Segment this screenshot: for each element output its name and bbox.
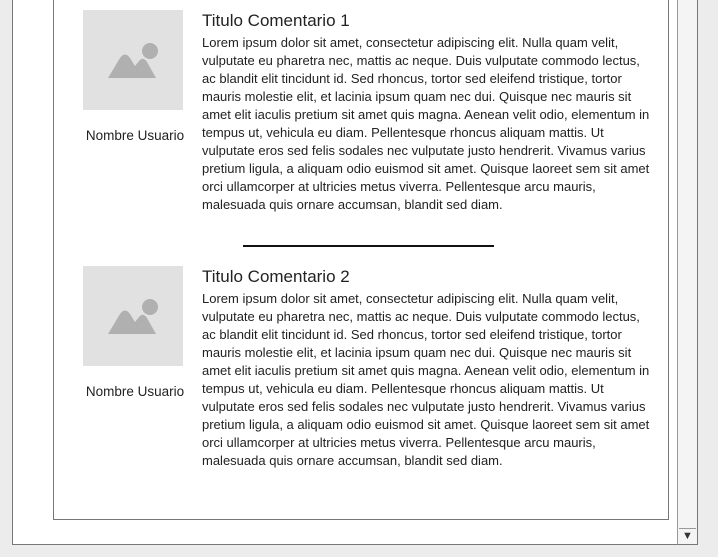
avatar xyxy=(83,10,183,110)
avatar xyxy=(83,266,183,366)
comment-title: Titulo Comentario 1 xyxy=(202,11,350,30)
comments-viewport: Nombre Usuario Titulo Comentario 1 Lorem… xyxy=(12,0,678,545)
comment-content: Titulo Comentario 2 Lorem ipsum dolor si… xyxy=(202,266,652,470)
comment-content: Titulo Comentario 1 Lorem ipsum dolor si… xyxy=(202,10,652,214)
comment-body: Lorem ipsum dolor sit amet, consectetur … xyxy=(202,35,650,212)
comment-title: Titulo Comentario 2 xyxy=(202,267,350,286)
comment-user-name: Nombre Usuario xyxy=(85,128,185,143)
arrow-down-icon: ▼ xyxy=(682,530,693,542)
comment-divider xyxy=(243,245,494,247)
image-placeholder-icon xyxy=(108,299,158,334)
comment-user-name: Nombre Usuario xyxy=(85,384,185,399)
comments-panel: Nombre Usuario Titulo Comentario 1 Lorem… xyxy=(53,0,669,520)
scroll-down-button[interactable]: ▼ xyxy=(679,528,696,543)
vertical-scrollbar[interactable]: ▼ xyxy=(677,0,698,545)
image-placeholder-icon xyxy=(108,43,158,78)
comment-body: Lorem ipsum dolor sit amet, consectetur … xyxy=(202,291,650,468)
